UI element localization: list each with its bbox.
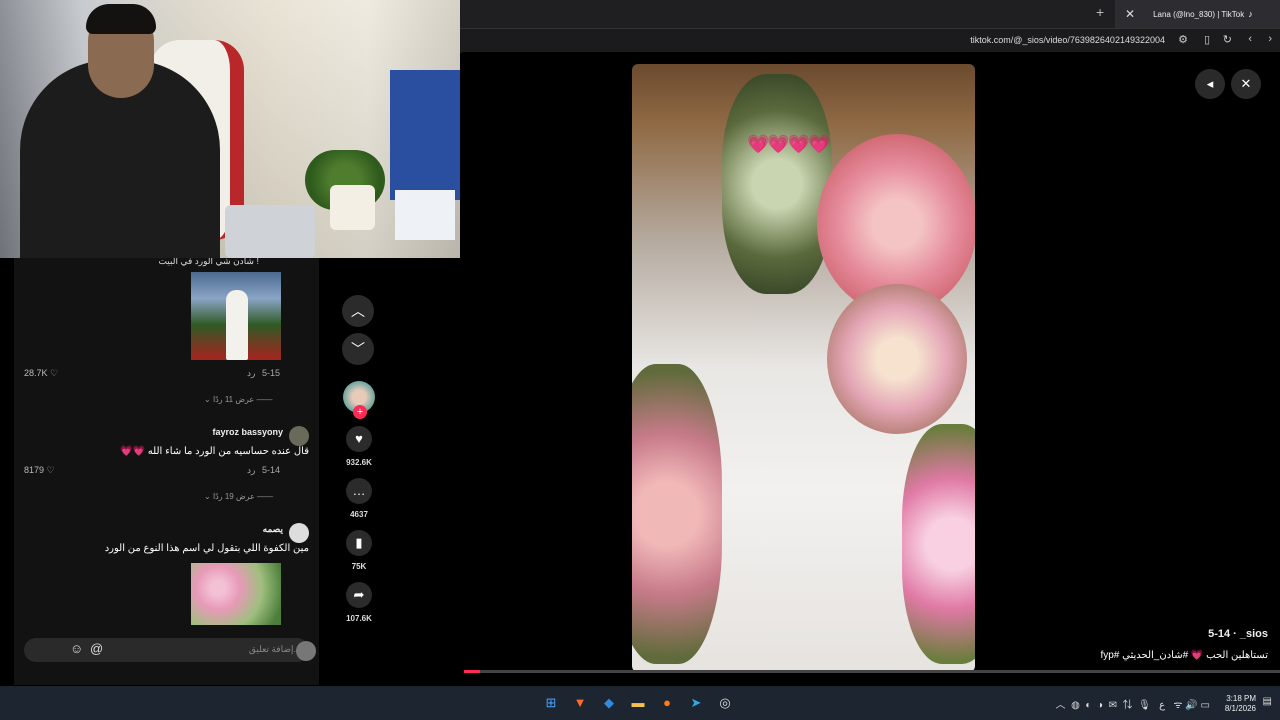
reply-link[interactable]: رد [247,465,255,476]
windows-taskbar: ⊞ ▼ ◆ ▬ ● ➤ ◎ ︿ ◍ ◐ ◑ ✉ ⇅ 🎙 ع ᯤ 🔊 ▭ 3:18… [0,686,1280,720]
comment-likes[interactable]: 8179 ♡ [24,465,55,476]
video-player: 💗💗💗💗 ◂ ✕ 5-14 · _sios تستاهلين الحب 💗 #ش… [462,52,1280,673]
share-action[interactable]: ➦ 107.6K [343,582,375,623]
save-count: 75K [351,562,367,571]
view-replies[interactable]: ⌄ عرض 19 ردًا —— [204,492,273,501]
save-action[interactable]: ▮ 75K [343,530,375,571]
plant-pot [330,185,375,230]
emoji-icon[interactable]: ☺ [70,641,83,656]
windows-start-icon[interactable]: ⊞ [541,693,561,713]
comment-text: مين الكفوة اللي بتقول لي اسم هذا النوع م… [104,543,309,554]
like-action[interactable]: ♥ 932.6K [343,426,375,467]
comment-count: 4637 [350,510,368,519]
comment-image-lilies[interactable] [191,563,281,625]
action-bar: ︿ ﹀ + ♥ 932.6K … 4637 ▮ 75K ➦ 107.6K [342,258,376,685]
follow-plus-icon[interactable]: + [353,405,367,419]
back-icon[interactable]: ‹ [1248,33,1252,45]
creator-avatar[interactable]: + [343,381,375,419]
flower-bouquet [902,424,975,664]
comment-date: 5-14 [262,465,281,475]
avatar[interactable] [289,523,309,543]
comment-placeholder: إضافة تعليق... [248,644,301,654]
tiktok-icon: ♪ [1248,9,1253,19]
browser-tab-bar: + ✕ Lana (@lno_830) | TikTok ♪ [460,0,1280,28]
comment-text: قال عنده حساسيه من الورد ما شاء الله 💗💗 [120,446,309,457]
taskbar-apps: ⊞ ▼ ◆ ▬ ● ➤ ◎ [541,693,735,713]
user-avatar [296,641,316,661]
chrome-icon[interactable]: ◎ [715,693,735,713]
reply-link[interactable]: رد [247,368,255,379]
progress-fill [464,670,481,673]
webcam-overlay [0,0,460,258]
tissue-box [395,190,455,240]
blue-box [390,70,460,200]
mute-icon[interactable]: ◂ [1195,69,1225,99]
mention-icon[interactable]: @ [90,641,103,656]
share-count: 107.6K [346,614,372,623]
close-tab-icon[interactable]: ✕ [1125,7,1135,21]
comment-author[interactable]: يصمه [263,524,283,535]
address-bar[interactable]: tiktok.com/@_sios/video/7639826402149322… [460,28,1280,53]
site-settings-icon[interactable]: ⚙ [1178,33,1188,46]
telegram-icon[interactable]: ➤ [686,693,706,713]
clock[interactable]: 3:18 PM 8/1/2026 [1225,694,1256,714]
bookmark-icon[interactable]: ▯ [1204,33,1210,46]
comment-text-cut: شادن شي الورد في البيت ! [158,258,259,266]
share-icon[interactable]: ➦ [346,582,372,608]
comment-author[interactable]: fayroz bassyony [212,427,283,437]
comment-input[interactable]: ☺ @ إضافة تعليق... [24,638,309,662]
vscode-icon[interactable]: ◆ [599,693,619,713]
app-icon[interactable]: ● [657,693,677,713]
date: 8/1/2026 [1224,704,1256,713]
forward-icon[interactable]: › [1268,33,1272,45]
url-text[interactable]: tiktok.com/@_sios/video/7639826402149322… [970,35,1165,45]
video-caption: تستاهلين الحب 💗 #شادن_الحديثي #fyp [1100,650,1268,661]
comment-icon[interactable]: … [346,478,372,504]
new-tab-button[interactable]: + [1096,4,1104,20]
previous-video-button[interactable]: ︿ [342,295,374,327]
notifications-icon[interactable]: ▤ [1263,696,1272,707]
language-indicator[interactable]: ع [1159,700,1165,711]
man-figure [226,290,248,360]
left-panel: شادن شي الورد في البيت ! 28.7K ♡ 5-15 رد… [0,258,460,685]
bookmark-icon[interactable]: ▮ [346,530,372,556]
next-video-button[interactable]: ﹀ [342,333,374,365]
comments-panel[interactable]: شادن شي الورد في البيت ! 28.7K ♡ 5-15 رد… [14,258,319,685]
flower-bouquet [632,364,722,664]
close-icon[interactable]: ✕ [1231,69,1261,99]
comment-likes[interactable]: 28.7K ♡ [24,368,58,379]
video-frame[interactable]: 💗💗💗💗 [632,64,975,672]
time: 3:18 PM [1226,694,1256,703]
system-tray[interactable]: ︿ ◍ ◐ ◑ ✉ ⇅ 🎙 ع ᯤ 🔊 ▭ [1056,696,1210,711]
video-author[interactable]: 5-14 · _sios [1208,628,1268,640]
person-hair [86,4,156,34]
comment-image-man-flowers[interactable] [191,272,281,360]
comment-date: 5-15 [262,368,281,378]
view-replies[interactable]: ⌄ عرض 11 ردًا —— [204,395,272,404]
laptop [225,205,315,258]
like-count: 932.6K [346,458,372,467]
heart-icon[interactable]: ♥ [346,426,372,452]
active-tab[interactable]: ✕ Lana (@lno_830) | TikTok ♪ [1115,0,1280,28]
reload-icon[interactable]: ↻ [1223,33,1232,46]
tab-title: Lana (@lno_830) | TikTok [1153,9,1245,19]
hearts-sticker: 💗💗💗💗 [747,134,831,154]
video-progress[interactable] [464,670,1280,673]
flower-bouquet [722,74,832,294]
file-explorer-icon[interactable]: ▬ [628,693,648,713]
brave-icon[interactable]: ▼ [570,693,590,713]
flower-bouquet [827,284,967,434]
comment-action[interactable]: … 4637 [343,478,375,519]
avatar[interactable] [289,426,309,446]
